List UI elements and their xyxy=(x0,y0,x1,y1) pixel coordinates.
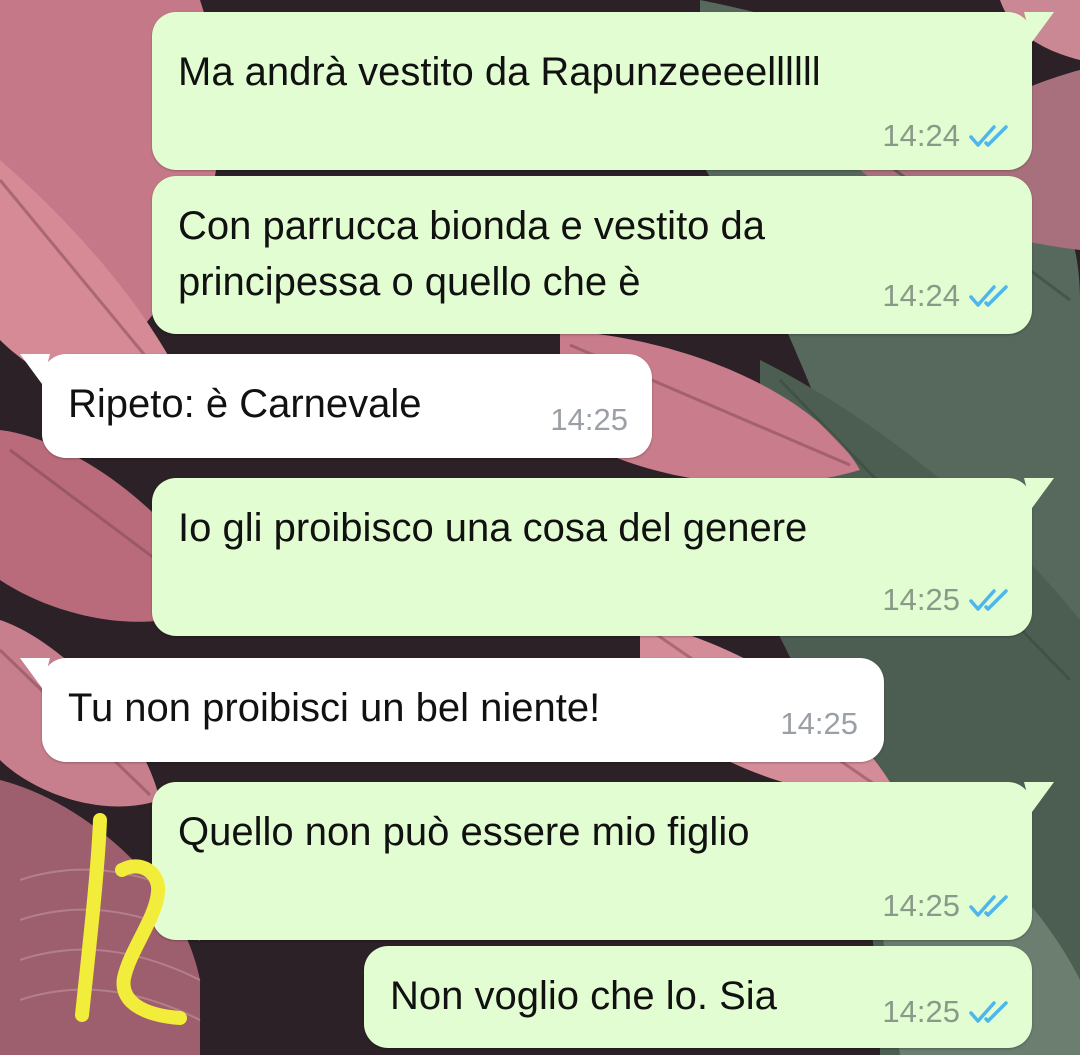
bubble-tail xyxy=(1024,12,1054,42)
bubble-tail xyxy=(20,658,50,688)
message-text: Ripeto: è Carnevale xyxy=(68,382,422,426)
message-meta: 14:24 xyxy=(882,118,1014,154)
message-bubble-outgoing[interactable]: Io gli proibisco una cosa del genere 14:… xyxy=(152,478,1054,636)
message-time: 14:25 xyxy=(882,888,960,923)
message-bubble-incoming[interactable]: Ripeto: è Carnevale 14:25 xyxy=(20,354,652,458)
message-bubble-outgoing[interactable]: Ma andrà vestito da Rapunzeeeellllll 14:… xyxy=(152,12,1054,170)
double-check-icon xyxy=(969,589,1008,611)
message-bubble-outgoing[interactable]: Non voglio che lo. Sia 14:25 xyxy=(364,946,1032,1048)
message-bubble-incoming[interactable]: Tu non proibisci un bel niente! 14:25 xyxy=(20,658,884,762)
bubble-tail xyxy=(1024,782,1054,812)
message-time: 14:24 xyxy=(882,118,960,153)
message-time: 14:25 xyxy=(550,402,628,437)
message-bubble-outgoing[interactable]: Con parrucca bionda e vestito da princip… xyxy=(152,176,1032,334)
message-meta: 14:25 xyxy=(882,888,1014,924)
message-time: 14:25 xyxy=(882,582,960,617)
handwritten-annotation-drawing xyxy=(75,813,187,1025)
message-time: 14:25 xyxy=(780,706,858,741)
message-meta: 14:25 xyxy=(882,582,1014,618)
bubble-tail xyxy=(20,354,50,384)
message-time: 14:25 xyxy=(882,994,960,1029)
double-check-icon xyxy=(969,285,1008,307)
message-text: Con parrucca bionda e vestito da princip… xyxy=(178,204,766,304)
message-meta: 14:24 xyxy=(882,278,1014,314)
message-time: 14:24 xyxy=(882,278,960,313)
double-check-icon xyxy=(969,125,1008,147)
message-text: Io gli proibisco una cosa del genere xyxy=(178,506,808,550)
message-bubble-outgoing[interactable]: Quello non può essere mio figlio 14:25 xyxy=(152,782,1054,940)
double-check-icon xyxy=(969,1001,1008,1023)
double-check-icon xyxy=(969,895,1008,917)
bubble-tail xyxy=(1024,478,1054,508)
message-text: Quello non può essere mio figlio xyxy=(178,810,750,854)
message-meta: 14:25 xyxy=(780,706,858,742)
message-text: Non voglio che lo. Sia xyxy=(390,974,777,1018)
message-text: Ma andrà vestito da Rapunzeeeellllll xyxy=(178,50,821,94)
message-meta: 14:25 xyxy=(882,994,1014,1030)
message-text: Tu non proibisci un bel niente! xyxy=(68,686,601,730)
message-meta: 14:25 xyxy=(550,402,628,438)
